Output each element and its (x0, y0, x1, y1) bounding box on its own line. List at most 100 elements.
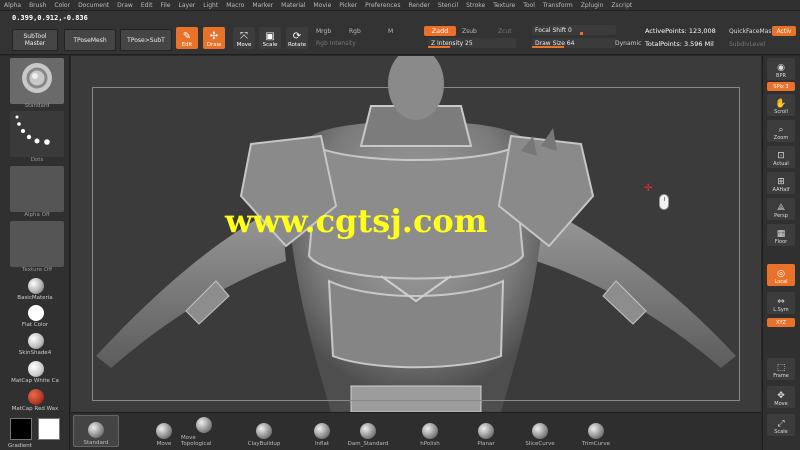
material-ball-2[interactable] (28, 305, 44, 321)
frame-label: Frame (773, 373, 789, 379)
edit-icon: ✎ (182, 31, 192, 42)
zsub-toggle[interactable]: Zsub (462, 28, 477, 35)
brush-label: SliceCurve (525, 441, 555, 447)
brush-label: TrimCurve (582, 441, 610, 447)
brush-dam-standard[interactable]: Dam_Standard (345, 415, 391, 447)
menu-item-document[interactable]: Document (78, 2, 109, 9)
menu-item-brush[interactable]: Brush (29, 2, 46, 9)
focal-shift-knob[interactable] (580, 32, 583, 35)
scale-view-button[interactable]: ⤢ Scale (767, 414, 795, 436)
scroll-button[interactable]: ✋ Scroll (767, 94, 795, 116)
focal-shift-slider[interactable]: Focal Shift 0 (532, 25, 616, 35)
rgb-toggle[interactable]: Rgb (349, 28, 361, 35)
menu-item-draw[interactable]: Draw (117, 2, 133, 9)
floor-button[interactable]: ▦ Floor (767, 224, 795, 246)
material-label-5: MatCap Red Wax (11, 406, 59, 412)
brush-inflat[interactable]: Inflat (299, 415, 345, 447)
menu-item-transform[interactable]: Transform (543, 2, 573, 9)
main-color-swatch[interactable] (10, 418, 32, 440)
menu-item-texture[interactable]: Texture (493, 2, 515, 9)
brush-slicecurve[interactable]: SliceCurve (517, 415, 563, 447)
brush-standard[interactable]: Standard (73, 415, 119, 447)
brush-planar[interactable]: Planar (463, 415, 509, 447)
frame-button[interactable]: ⬚ Frame (767, 358, 795, 380)
menu-item-zscript[interactable]: Zscript (611, 2, 632, 9)
material-ball-4[interactable] (28, 361, 44, 377)
canvas-viewport[interactable]: www.cgtsj.com ✛ (71, 56, 761, 412)
scale-button[interactable]: ▣ Scale (259, 27, 281, 49)
draw-size-slider[interactable]: Draw Size 64 (532, 38, 616, 48)
menu-item-picker[interactable]: Picker (339, 2, 357, 9)
brush-label: Move Topological (181, 435, 212, 447)
menu-item-file[interactable]: File (160, 2, 170, 9)
brush-thumbnail[interactable] (10, 58, 64, 104)
subtool-master-button[interactable]: SubTool Master (12, 29, 58, 51)
zoom-button[interactable]: ⌕ Zoom (767, 120, 795, 142)
mrgb-toggle[interactable]: Mrgb (316, 28, 331, 35)
menu-item-movie[interactable]: Movie (314, 2, 332, 9)
quickfacemask-button[interactable]: QuickFaceMask (729, 28, 775, 35)
menu-item-edit[interactable]: Edit (141, 2, 153, 9)
menu-item-tool[interactable]: Tool (523, 2, 535, 9)
alpha-thumbnail[interactable] (10, 166, 64, 212)
xyz-toggle[interactable]: XYZ (767, 318, 795, 327)
m-toggle[interactable]: M (388, 28, 393, 35)
local-button[interactable]: ◎ Local (767, 264, 795, 286)
z-intensity-slider[interactable]: Z Intensity 25 (428, 38, 516, 48)
menu-item-zplugin[interactable]: Zplugin (581, 2, 604, 9)
brush-name: Standard (24, 103, 50, 109)
local-icon: ◎ (777, 269, 785, 279)
texture-thumbnail[interactable] (10, 221, 64, 267)
brush-claybuildup[interactable]: ClayBuildup (241, 415, 287, 447)
scale-view-label: Scale (774, 429, 788, 435)
stroke-thumbnail[interactable] (10, 111, 64, 157)
bpr-button[interactable]: ◉ BPR (767, 58, 795, 80)
brush-hpolish[interactable]: hPolish (407, 415, 453, 447)
persp-icon: ⟁ (776, 203, 786, 213)
material-ball-5[interactable] (28, 389, 44, 405)
brush-trimcurve[interactable]: TrimCurve (573, 415, 619, 447)
brush-icon (478, 423, 494, 439)
dynamic-toggle[interactable]: Dynamic (615, 40, 641, 47)
menu-item-preferences[interactable]: Preferences (365, 2, 400, 9)
aahalf-button[interactable]: ⊞ AAHalf (767, 172, 795, 194)
rotate-button[interactable]: ⟳ Rotate (286, 27, 308, 49)
brush-icon (314, 423, 330, 439)
aahalf-icon: ⊞ (777, 177, 785, 187)
brush-icon (588, 423, 604, 439)
brush-move-topological[interactable]: Move Topological (181, 415, 227, 447)
edit-button[interactable]: ✎ Edit (176, 27, 198, 49)
draw-button[interactable]: ✣ Draw (203, 27, 225, 49)
persp-button[interactable]: ⟁ Persp (767, 198, 795, 220)
lsym-button[interactable]: ⇔ L.Sym (767, 292, 795, 314)
menu-item-alpha[interactable]: Alpha (4, 2, 21, 9)
menu-bar: Alpha Brush Color Document Draw Edit File Layer… (0, 0, 800, 11)
activ-button[interactable]: Activ (772, 26, 796, 36)
material-ball-3[interactable] (28, 333, 44, 349)
menu-item-light[interactable]: Light (203, 2, 218, 9)
subdiv-level-slider[interactable]: SubdivLevel (729, 41, 765, 48)
tpose-mesh-button[interactable]: TPoseMesh (64, 29, 116, 51)
menu-item-material[interactable]: Material (281, 2, 305, 9)
brush-label: Inflat (314, 441, 330, 447)
zcut-toggle[interactable]: Zcut (498, 28, 512, 35)
move-view-button[interactable]: ✥ Move (767, 386, 795, 408)
spix-slider[interactable]: SPix 3 (767, 82, 795, 91)
menu-item-marker[interactable]: Marker (252, 2, 273, 9)
menu-item-render[interactable]: Render (408, 2, 429, 9)
rgb-intensity-slider[interactable]: Rgb Intensity (316, 40, 356, 47)
move-button[interactable]: ⤧ Move (233, 27, 255, 49)
menu-item-stroke[interactable]: Stroke (466, 2, 485, 9)
actual-button[interactable]: ⊡ Actual (767, 146, 795, 168)
menu-item-layer[interactable]: Layer (179, 2, 196, 9)
secondary-color-swatch[interactable] (38, 418, 60, 440)
scale-icon: ▣ (265, 31, 275, 42)
scale-label: Scale (262, 42, 278, 48)
tpose-subt-button[interactable]: TPose>SubT (120, 29, 172, 51)
material-ball-1[interactable] (28, 278, 44, 294)
zadd-toggle[interactable]: Zadd (424, 26, 456, 36)
menu-item-stencil[interactable]: Stencil (438, 2, 458, 9)
menu-item-color[interactable]: Color (54, 2, 70, 9)
menu-item-macro[interactable]: Macro (226, 2, 244, 9)
mouse-icon (659, 194, 669, 210)
